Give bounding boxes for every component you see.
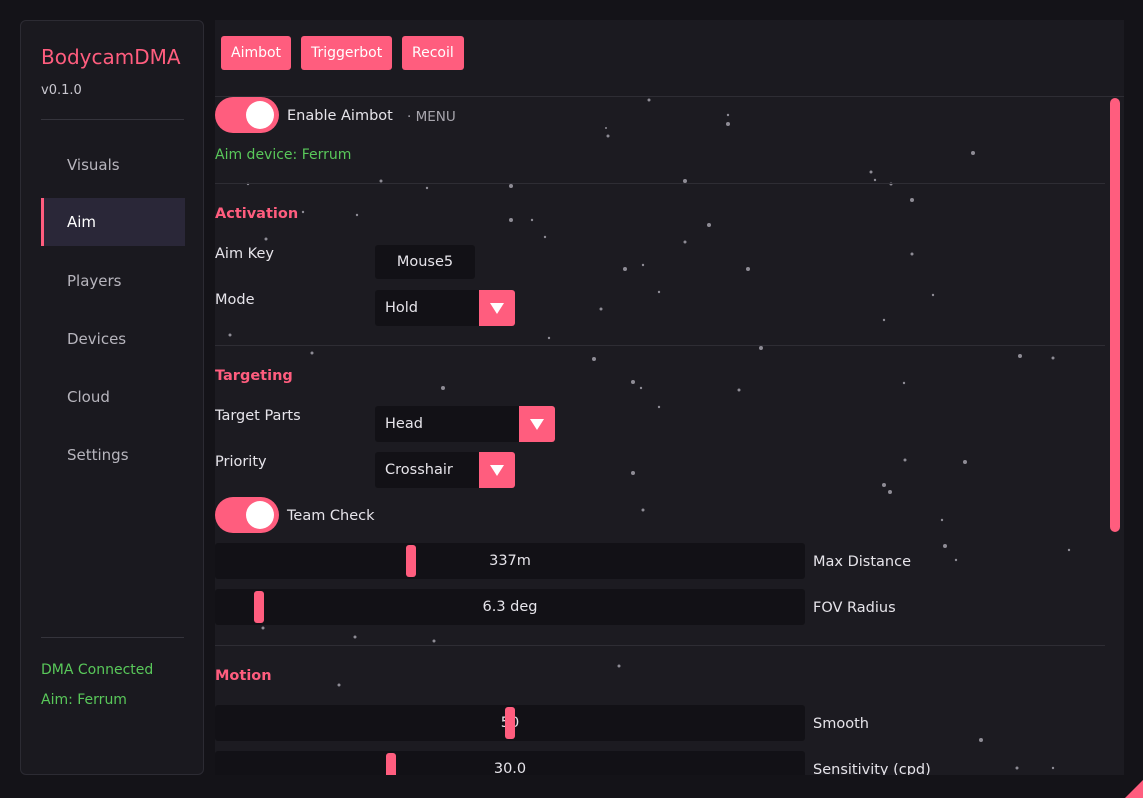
sidebar: BodycamDMA v0.1.0 Visuals Aim Players De… bbox=[20, 20, 204, 775]
slider-grab[interactable] bbox=[406, 545, 416, 577]
tab-aimbot[interactable]: Aimbot bbox=[221, 36, 292, 70]
target-parts-value: Head bbox=[385, 416, 423, 432]
max-distance-value: 337m bbox=[489, 553, 531, 569]
slider-grab[interactable] bbox=[254, 591, 264, 623]
slider-grab[interactable] bbox=[386, 753, 396, 775]
sidebar-item-settings[interactable]: Settings bbox=[41, 431, 185, 479]
chevron-down-icon[interactable] bbox=[519, 406, 555, 442]
priority-value: Crosshair bbox=[385, 462, 453, 478]
mode-label: Mode bbox=[215, 292, 255, 308]
mode-value: Hold bbox=[385, 300, 419, 316]
tab-triggerbot[interactable]: Triggerbot bbox=[301, 36, 393, 70]
scrollbar[interactable] bbox=[1108, 98, 1122, 775]
chevron-down-icon[interactable] bbox=[479, 290, 515, 326]
motion-title: Motion bbox=[215, 668, 272, 684]
enable-aimbot-toggle[interactable] bbox=[215, 97, 279, 133]
toggle-knob bbox=[246, 101, 274, 129]
sidebar-item-devices[interactable]: Devices bbox=[41, 315, 185, 363]
priority-dropdown[interactable]: Crosshair bbox=[375, 452, 515, 488]
fov-radius-slider[interactable]: 6.3 deg bbox=[215, 589, 805, 625]
menu-hint: · MENU bbox=[407, 109, 456, 125]
tab-recoil[interactable]: Recoil bbox=[402, 36, 464, 70]
sidebar-divider bbox=[41, 119, 184, 120]
aim-key-label: Aim Key bbox=[215, 246, 274, 262]
scrollbar-thumb[interactable] bbox=[1110, 98, 1120, 532]
resize-grip[interactable] bbox=[1125, 780, 1143, 798]
team-check-label: Team Check bbox=[287, 508, 375, 524]
sidebar-divider bbox=[41, 637, 184, 638]
section-divider bbox=[215, 345, 1105, 346]
team-check-toggle[interactable] bbox=[215, 497, 279, 533]
aim-key-button[interactable]: Mouse5 bbox=[375, 245, 475, 279]
targeting-title: Targeting bbox=[215, 368, 293, 384]
target-parts-dropdown[interactable]: Head bbox=[375, 406, 555, 442]
aim-device-text: Aim device: Ferrum bbox=[215, 147, 352, 163]
dma-status: DMA Connected bbox=[41, 662, 154, 678]
app-version: v0.1.0 bbox=[41, 83, 82, 98]
max-distance-label: Max Distance bbox=[813, 554, 911, 570]
toggle-knob bbox=[246, 501, 274, 529]
fov-radius-label: FOV Radius bbox=[813, 600, 896, 616]
app-title: BodycamDMA bbox=[41, 45, 181, 69]
sidebar-item-players[interactable]: Players bbox=[41, 257, 185, 305]
sidebar-item-visuals[interactable]: Visuals bbox=[41, 141, 185, 189]
slider-grab[interactable] bbox=[505, 707, 515, 739]
activation-title: Activation bbox=[215, 206, 299, 222]
max-distance-slider[interactable]: 337m bbox=[215, 543, 805, 579]
sensitivity-label: Sensitivity (cpd) bbox=[813, 762, 931, 775]
chevron-down-icon[interactable] bbox=[479, 452, 515, 488]
aim-status: Aim: Ferrum bbox=[41, 692, 127, 708]
sensitivity-value: 30.0 bbox=[493, 761, 527, 775]
sensitivity-slider[interactable]: 30.0 bbox=[215, 751, 805, 775]
sidebar-item-cloud[interactable]: Cloud bbox=[41, 373, 185, 421]
mode-dropdown[interactable]: Hold bbox=[375, 290, 515, 326]
smooth-label: Smooth bbox=[813, 716, 869, 732]
section-divider bbox=[215, 183, 1105, 184]
main-panel: Aimbot Triggerbot Recoil Enable Aimbot ·… bbox=[215, 20, 1124, 775]
priority-label: Priority bbox=[215, 454, 267, 470]
starfield-background bbox=[228, 98, 1071, 770]
target-parts-label: Target Parts bbox=[215, 408, 301, 424]
fov-radius-value: 6.3 deg bbox=[482, 599, 538, 615]
enable-aimbot-label: Enable Aimbot bbox=[287, 108, 393, 124]
tab-bar: Aimbot Triggerbot Recoil bbox=[215, 20, 1124, 97]
smooth-slider[interactable]: 50 bbox=[215, 705, 805, 741]
section-divider bbox=[215, 645, 1105, 646]
sidebar-item-aim[interactable]: Aim bbox=[41, 198, 185, 246]
